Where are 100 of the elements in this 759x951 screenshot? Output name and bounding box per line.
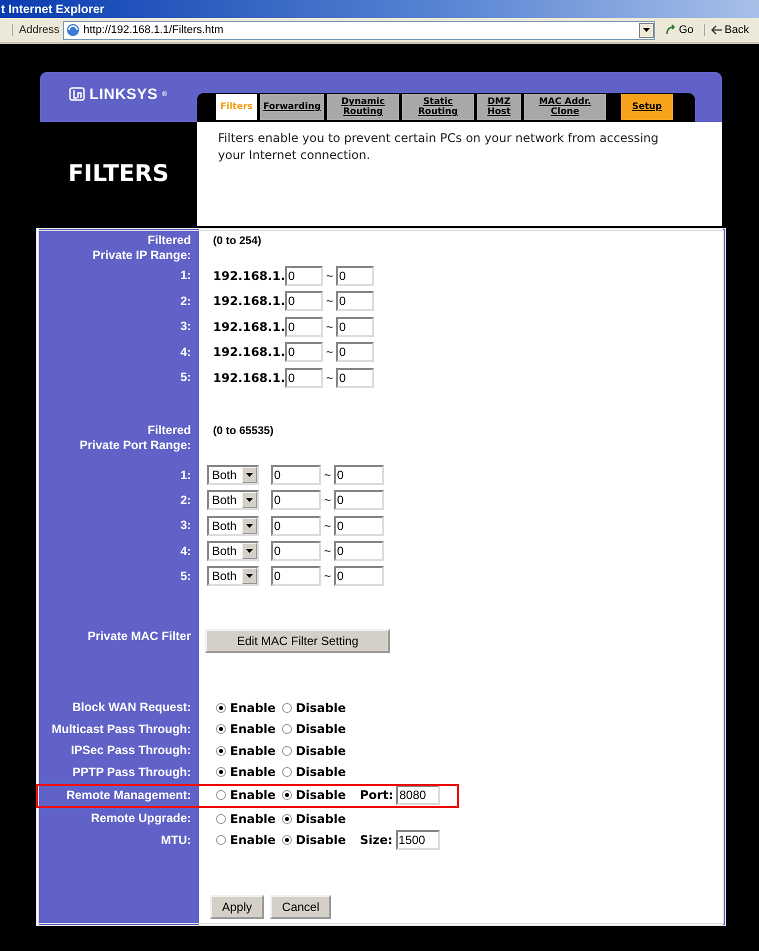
dropdown-arrow-icon (246, 473, 253, 478)
end-field[interactable]: 0 (334, 541, 384, 562)
dropdown-arrow-icon (246, 498, 253, 502)
address-label: Address (12, 24, 60, 36)
dropdown-arrow-icon (246, 574, 253, 578)
radio-button[interactable] (282, 746, 292, 756)
start-field[interactable]: 0 (271, 541, 321, 562)
field-label: Port: (360, 788, 394, 802)
tab[interactable]: Static Routing (402, 94, 474, 120)
start-field[interactable]: 0 (271, 490, 321, 510)
row-number: 2: (180, 294, 191, 309)
radio-label: Enable (230, 812, 276, 826)
row-number: 4: (180, 544, 191, 559)
start-field[interactable]: 0 (271, 465, 321, 486)
edit-mac-filter-button[interactable]: Edit MAC Filter Setting (205, 628, 390, 653)
range-separator: ~ (326, 268, 334, 283)
radio-button[interactable] (216, 814, 226, 824)
radio-button[interactable] (216, 767, 226, 778)
end-field[interactable]: 0 (336, 342, 374, 362)
range-separator: ~ (324, 544, 332, 558)
radio-label: Enable (230, 765, 276, 780)
radio-label: Enable (230, 700, 276, 715)
start-field[interactable]: 0 (285, 291, 324, 312)
range-separator: ~ (324, 518, 332, 533)
radio-button[interactable] (216, 746, 226, 756)
section-label: Private IP Range: (92, 248, 191, 263)
form-button[interactable]: Cancel (270, 894, 332, 919)
radio-button[interactable] (282, 767, 292, 778)
protocol-select[interactable]: Both (207, 465, 259, 486)
row-number: 5: (180, 370, 191, 386)
radio-label: Disable (296, 765, 346, 780)
radio-button[interactable] (216, 790, 226, 800)
range-separator: ~ (326, 320, 334, 334)
option-label: Remote Management: (66, 788, 191, 803)
radio-button[interactable] (216, 702, 226, 713)
window-title: t Internet Explorer (0, 2, 104, 16)
section-tab[interactable]: Setup (621, 94, 673, 120)
end-field[interactable]: 0 (334, 465, 384, 486)
end-field[interactable]: 0 (336, 316, 374, 337)
value-field[interactable]: 1500 (396, 830, 440, 850)
protocol-select[interactable]: Both (207, 566, 259, 586)
radio-label: Disable (296, 833, 346, 848)
radio-button[interactable] (282, 702, 292, 713)
radio-label: Enable (230, 744, 276, 758)
tab[interactable]: Dynamic Routing (327, 94, 399, 120)
radio-button[interactable] (282, 790, 292, 800)
form-button[interactable]: Apply (210, 894, 264, 919)
address-field[interactable]: http://192.168.1.1/Filters.htm (63, 20, 655, 40)
protocol-select[interactable]: Both (207, 541, 259, 562)
end-field[interactable]: 0 (336, 368, 374, 388)
tab[interactable]: Forwarding (260, 94, 324, 120)
value-field[interactable]: 8080 (396, 785, 440, 806)
start-field[interactable]: 0 (285, 266, 324, 286)
range-hint: (0 to 65535) (213, 424, 274, 436)
protocol-select[interactable]: Both (207, 490, 259, 510)
arrow-icon (664, 24, 677, 36)
ip-prefix: 192.168.1. (213, 345, 286, 360)
go-button[interactable]: Go (658, 24, 700, 36)
row-number: 3: (180, 319, 191, 334)
radio-button[interactable] (282, 835, 292, 846)
start-field[interactable]: 0 (285, 316, 324, 337)
radio-button[interactable] (282, 724, 292, 734)
back-arrow-icon (710, 25, 723, 35)
radio-label: Disable (296, 722, 346, 736)
radio-label: Disable (296, 700, 346, 715)
description: Filters enable you to prevent certain PCs on your network from accessing your Internet connection. (218, 130, 660, 164)
page-title: FILTERS (68, 161, 169, 187)
start-field[interactable]: 0 (271, 566, 321, 586)
start-field[interactable]: 0 (285, 368, 324, 388)
radio-button[interactable] (216, 835, 226, 846)
range-separator: ~ (326, 345, 334, 360)
row-number: 2: (180, 492, 191, 508)
row-number: 1: (180, 268, 191, 284)
tab[interactable]: DMZ Host (477, 94, 521, 120)
option-label: PPTP Pass Through: (72, 764, 191, 780)
radio-button[interactable] (282, 814, 292, 824)
radio-button[interactable] (216, 724, 226, 734)
option-label: Remote Upgrade: (90, 811, 191, 826)
end-field[interactable]: 0 (334, 566, 384, 586)
start-field[interactable]: 0 (271, 516, 321, 536)
section-label: Private MAC Filter (88, 628, 191, 644)
dropdown-arrow-icon (246, 524, 253, 528)
dropdown-button[interactable] (638, 22, 654, 38)
logo-icon (69, 87, 86, 101)
protocol-select[interactable]: Both (207, 516, 259, 536)
end-field[interactable]: 0 (336, 266, 374, 286)
back-button[interactable]: Back (704, 24, 755, 36)
row-number: 3: (180, 518, 191, 534)
range-hint: (0 to 254) (213, 234, 262, 247)
range-separator: ~ (324, 493, 332, 508)
ip-prefix: 192.168.1. (213, 370, 286, 385)
end-field[interactable]: 0 (336, 291, 374, 312)
tab[interactable]: MAC Addr. Clone (524, 94, 606, 120)
row-number: 5: (180, 568, 191, 584)
range-separator: ~ (324, 468, 332, 482)
end-field[interactable]: 0 (334, 490, 384, 510)
end-field[interactable]: 0 (334, 516, 384, 536)
start-field[interactable]: 0 (285, 342, 324, 362)
dropdown-arrow-icon (642, 28, 650, 32)
section-label: Private Port Range: (80, 438, 191, 452)
